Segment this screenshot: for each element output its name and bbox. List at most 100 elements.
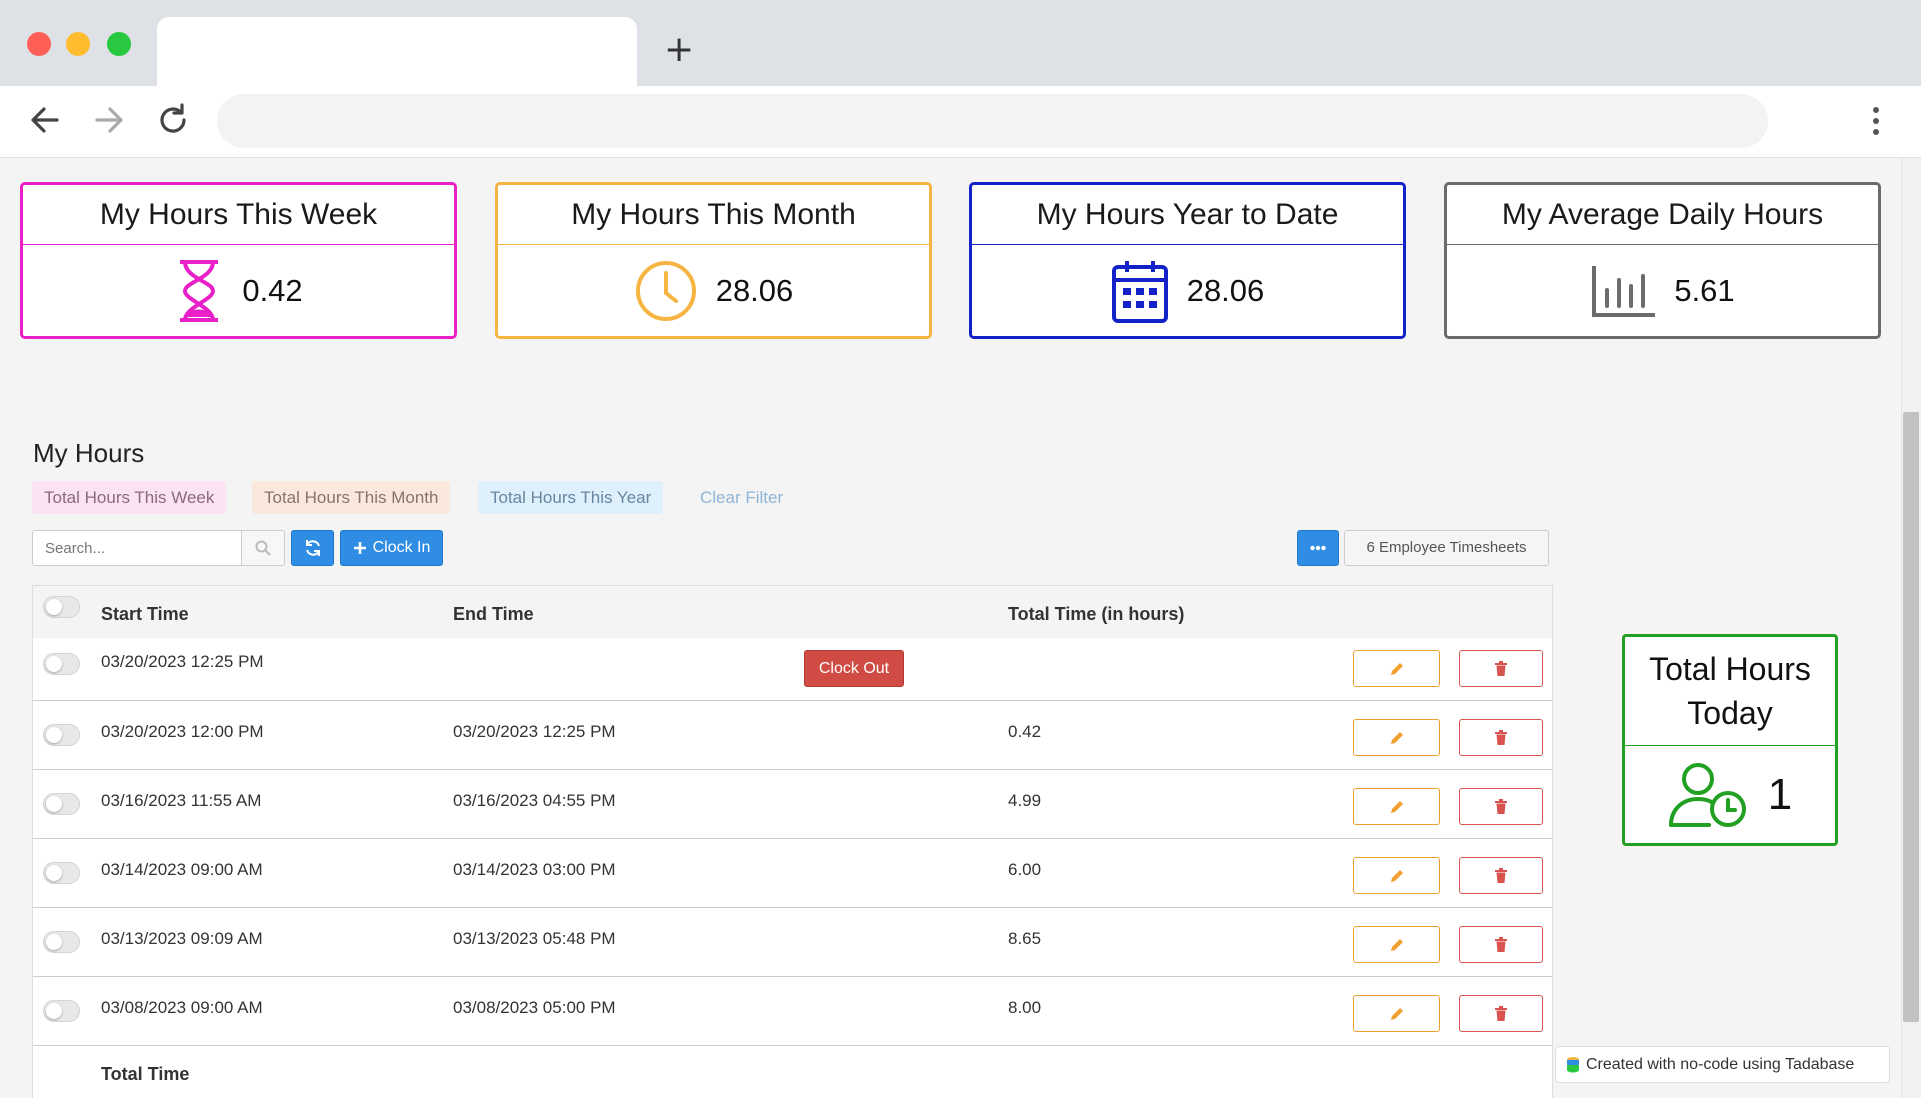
table-row: 03/14/2023 09:00 AM 03/14/2023 03:00 PM … xyxy=(33,839,1552,908)
card-value: 0.42 xyxy=(242,272,303,308)
trash-icon xyxy=(1495,867,1507,883)
calendar-icon xyxy=(1111,260,1168,323)
clock-in-button[interactable]: Clock In xyxy=(340,530,443,566)
trash-icon xyxy=(1495,798,1507,814)
row-select-toggle[interactable] xyxy=(43,724,80,746)
browser-menu-icon[interactable] xyxy=(1864,104,1888,138)
start-time-cell: 03/16/2023 11:55 AM xyxy=(101,791,262,810)
hourglass-icon xyxy=(180,259,219,322)
ellipsis-icon xyxy=(1310,545,1326,551)
end-time-cell: 03/13/2023 05:48 PM xyxy=(453,929,616,948)
end-time-cell: 03/08/2023 05:00 PM xyxy=(453,998,616,1017)
clock-icon xyxy=(635,260,696,321)
end-time-cell: 03/14/2023 03:00 PM xyxy=(453,860,616,879)
maximize-window-button[interactable] xyxy=(107,32,131,56)
delete-button[interactable] xyxy=(1459,650,1543,687)
refresh-icon xyxy=(305,540,320,556)
back-arrow-icon[interactable] xyxy=(25,100,65,140)
clear-filter-link[interactable]: Clear Filter xyxy=(688,481,795,514)
row-select-toggle[interactable] xyxy=(43,1000,80,1022)
trash-icon xyxy=(1495,729,1507,745)
edit-button[interactable] xyxy=(1353,650,1440,687)
tadabase-badge[interactable]: Created with no-code using Tadabase xyxy=(1555,1046,1890,1083)
pencil-icon xyxy=(1390,662,1403,675)
minimize-window-button[interactable] xyxy=(66,32,90,56)
pencil-icon xyxy=(1390,869,1403,882)
plus-icon xyxy=(353,542,366,554)
timesheets-count-badge[interactable]: 6 Employee Timesheets xyxy=(1344,530,1549,566)
pencil-icon xyxy=(1390,938,1403,951)
search-input[interactable] xyxy=(32,530,242,566)
card-hours-week: My Hours This Week 0.42 xyxy=(20,182,457,339)
table-header: Start Time End Time Total Time (in hours… xyxy=(33,586,1552,638)
today-title: Total Hours Today xyxy=(1625,637,1835,746)
delete-button[interactable] xyxy=(1459,719,1543,756)
total-time-cell: 8.00 xyxy=(1008,998,1042,1017)
card-value: 5.61 xyxy=(1674,272,1735,308)
trash-icon xyxy=(1495,1005,1507,1021)
new-tab-button[interactable]: + xyxy=(664,30,694,70)
card-title: My Average Daily Hours xyxy=(1447,185,1878,245)
start-time-cell: 03/20/2023 12:00 PM xyxy=(101,722,264,741)
section-title: My Hours xyxy=(33,438,145,468)
user-clock-icon xyxy=(1668,762,1746,827)
total-time-footer: Total Time xyxy=(101,1064,190,1084)
reload-icon[interactable] xyxy=(153,100,193,140)
delete-button[interactable] xyxy=(1459,857,1543,894)
table-row: 03/13/2023 09:09 AM 03/13/2023 05:48 PM … xyxy=(33,908,1552,977)
end-time-cell: 03/20/2023 12:25 PM xyxy=(453,722,616,741)
header-end-time: End Time xyxy=(453,604,534,624)
pencil-icon xyxy=(1390,731,1403,744)
pencil-icon xyxy=(1390,800,1403,813)
table-row: 03/08/2023 09:00 AM 03/08/2023 05:00 PM … xyxy=(33,977,1552,1046)
database-icon xyxy=(1567,1056,1579,1072)
end-time-cell: 03/16/2023 04:55 PM xyxy=(453,791,616,810)
card-title: My Hours Year to Date xyxy=(972,185,1403,245)
refresh-button[interactable] xyxy=(291,530,334,566)
close-window-button[interactable] xyxy=(27,32,51,56)
card-hours-ytd: My Hours Year to Date 28.06 xyxy=(969,182,1406,339)
pencil-icon xyxy=(1390,1007,1403,1020)
delete-button[interactable] xyxy=(1459,995,1543,1032)
total-time-cell: 4.99 xyxy=(1008,791,1042,810)
row-select-toggle[interactable] xyxy=(43,793,80,815)
edit-button[interactable] xyxy=(1353,788,1440,825)
filter-week-button[interactable]: Total Hours This Week xyxy=(32,481,227,514)
card-avg-daily: My Average Daily Hours 5.61 xyxy=(1444,182,1881,339)
header-total-time: Total Time (in hours) xyxy=(1008,604,1185,624)
filter-month-button[interactable]: Total Hours This Month xyxy=(252,481,451,514)
more-options-button[interactable] xyxy=(1297,530,1339,566)
table-row: 03/20/2023 12:25 PM Clock Out xyxy=(33,638,1552,701)
row-select-toggle[interactable] xyxy=(43,931,80,953)
delete-button[interactable] xyxy=(1459,788,1543,825)
card-title: My Hours This Month xyxy=(498,185,929,245)
edit-button[interactable] xyxy=(1353,926,1440,963)
card-total-hours-today: Total Hours Today 1 xyxy=(1622,634,1838,846)
page-scrollbar-thumb[interactable] xyxy=(1903,412,1919,1022)
row-select-toggle[interactable] xyxy=(43,653,80,675)
card-value: 28.06 xyxy=(715,272,794,308)
card-value: 28.06 xyxy=(1186,272,1265,308)
today-title-line2: Today xyxy=(1687,695,1773,731)
card-hours-month: My Hours This Month 28.06 xyxy=(495,182,932,339)
edit-button[interactable] xyxy=(1353,719,1440,756)
browser-tab[interactable] xyxy=(157,17,637,86)
tadabase-label: Created with no-code using Tadabase xyxy=(1586,1055,1855,1073)
search-icon xyxy=(255,540,271,556)
edit-button[interactable] xyxy=(1353,857,1440,894)
card-title: My Hours This Week xyxy=(23,185,454,245)
address-bar[interactable] xyxy=(217,94,1768,148)
trash-icon xyxy=(1495,660,1507,676)
select-all-toggle[interactable] xyxy=(43,596,80,618)
delete-button[interactable] xyxy=(1459,926,1543,963)
edit-button[interactable] xyxy=(1353,995,1440,1032)
row-select-toggle[interactable] xyxy=(43,862,80,884)
filter-year-button[interactable]: Total Hours This Year xyxy=(478,481,664,514)
start-time-cell: 03/08/2023 09:00 AM xyxy=(101,998,263,1017)
bar-chart-icon xyxy=(1592,265,1656,317)
clock-out-button[interactable]: Clock Out xyxy=(804,650,904,687)
search-button[interactable] xyxy=(241,530,285,566)
total-time-cell: 8.65 xyxy=(1008,929,1042,948)
forward-arrow-icon[interactable] xyxy=(89,100,129,140)
hours-table: Start Time End Time Total Time (in hours… xyxy=(32,585,1553,1098)
